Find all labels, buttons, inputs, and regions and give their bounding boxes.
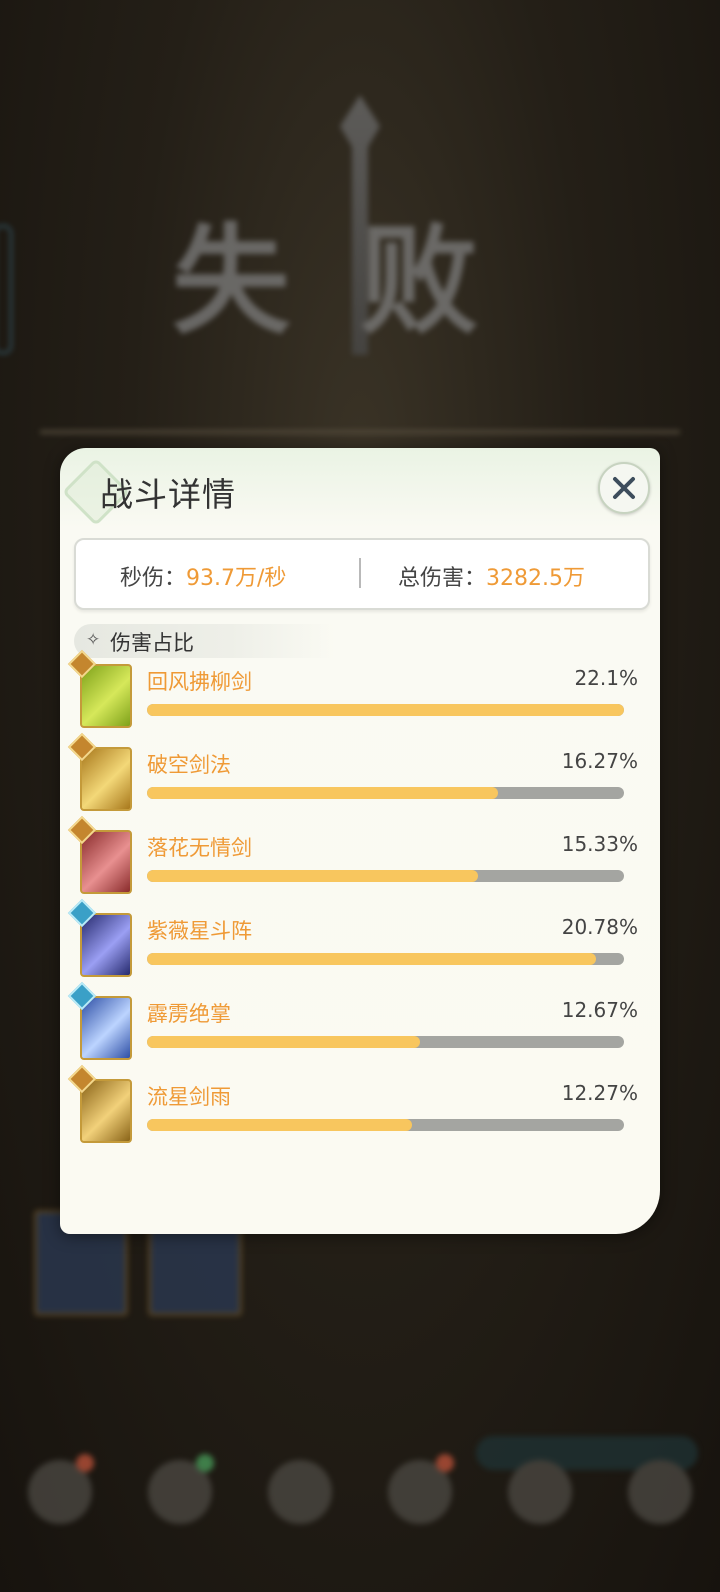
skill-row: 紫薇星斗阵 20.78% bbox=[67, 898, 646, 994]
damage-share-bar-fill bbox=[147, 1119, 412, 1131]
nav-button bbox=[628, 1460, 692, 1524]
skill-percent: 22.1% bbox=[574, 666, 638, 690]
sparkle-icon: ✧ bbox=[86, 630, 101, 650]
skill-percent: 20.78% bbox=[561, 915, 638, 939]
damage-share-bar-fill bbox=[147, 787, 499, 799]
battle-details-dialog: 战斗详情 秒伤：93.7万/秒 总伤害：3282.5万 ✧ 伤害占比 回风拂柳剑… bbox=[60, 448, 660, 1234]
section-title: 伤害占比 bbox=[110, 631, 194, 655]
skill-row: 落花无情剑 15.33% bbox=[67, 815, 646, 911]
sword-swirl-icon bbox=[80, 664, 132, 728]
skill-damage-list: 回风拂柳剑 22.1% 破空剑法 16.27% 落花无情剑 15.33% 紫薇星斗阵 20.7… bbox=[67, 649, 646, 1160]
skill-row: 破空剑法 16.27% bbox=[67, 732, 646, 828]
damage-share-bar bbox=[147, 704, 624, 716]
skill-name: 紫薇星斗阵 bbox=[147, 919, 252, 943]
total-damage-label: 总伤害： bbox=[398, 566, 487, 591]
nav-button bbox=[28, 1454, 94, 1524]
damage-share-header: ✧ 伤害占比 bbox=[74, 624, 334, 658]
skill-name: 破空剑法 bbox=[147, 753, 231, 777]
bottom-nav bbox=[0, 1432, 720, 1552]
star-formation-icon bbox=[80, 913, 132, 977]
dps-label: 秒伤： bbox=[120, 566, 187, 591]
skill-row: 回风拂柳剑 22.1% bbox=[67, 649, 646, 745]
nav-button bbox=[508, 1460, 572, 1524]
damage-share-bar-fill bbox=[147, 953, 596, 965]
damage-share-bar-fill bbox=[147, 704, 624, 716]
skill-name: 流星剑雨 bbox=[147, 1085, 231, 1109]
nav-button bbox=[148, 1454, 214, 1524]
skill-percent: 16.27% bbox=[561, 749, 638, 773]
damage-stats-box: 秒伤：93.7万/秒 总伤害：3282.5万 bbox=[74, 538, 650, 610]
damage-share-bar bbox=[147, 787, 624, 799]
battle-result-text: 失败 bbox=[171, 212, 548, 350]
skill-name: 霹雳绝掌 bbox=[147, 1002, 231, 1026]
damage-share-bar bbox=[147, 1119, 624, 1131]
divider bbox=[40, 430, 680, 434]
stat-divider bbox=[359, 558, 361, 588]
damage-share-bar bbox=[147, 870, 624, 882]
nav-button bbox=[268, 1460, 332, 1524]
damage-share-bar-fill bbox=[147, 870, 478, 882]
skill-name: 落花无情剑 bbox=[147, 836, 252, 860]
dialog-title: 战斗详情 bbox=[100, 475, 236, 514]
damage-share-bar-fill bbox=[147, 1036, 421, 1048]
damage-share-bar bbox=[147, 1036, 624, 1048]
total-damage-stat: 总伤害：3282.5万 bbox=[398, 560, 585, 592]
skill-row: 霹雳绝掌 12.67% bbox=[67, 981, 646, 1077]
skill-percent: 12.27% bbox=[561, 1081, 638, 1105]
falling-swords-icon bbox=[80, 830, 132, 894]
total-damage-value: 3282.5万 bbox=[486, 566, 585, 591]
skill-name: 回风拂柳剑 bbox=[147, 670, 252, 694]
skill-percent: 15.33% bbox=[561, 832, 638, 856]
close-icon bbox=[613, 477, 635, 499]
sword-strike-icon bbox=[80, 747, 132, 811]
skill-percent: 12.67% bbox=[561, 998, 638, 1022]
dps-stat: 秒伤：93.7万/秒 bbox=[120, 560, 286, 592]
skill-row: 流星剑雨 12.27% bbox=[67, 1064, 646, 1160]
damage-share-bar bbox=[147, 953, 624, 965]
meteor-swords-icon bbox=[80, 1079, 132, 1143]
nav-button bbox=[388, 1454, 454, 1524]
close-button[interactable] bbox=[598, 462, 650, 514]
dps-value: 93.7万/秒 bbox=[186, 566, 287, 591]
thunder-palm-icon bbox=[80, 996, 132, 1060]
